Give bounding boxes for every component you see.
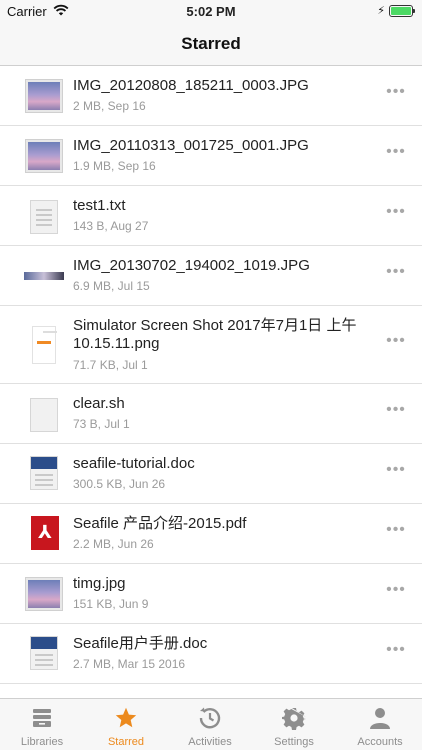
file-name: IMG_20120808_185211_0003.JPG — [73, 77, 309, 94]
file-name: seafile-tutorial.doc — [73, 455, 195, 472]
activities-icon — [199, 707, 221, 729]
word-document-icon — [30, 636, 58, 670]
more-options-icon[interactable]: ••• — [384, 204, 408, 222]
tab-settings[interactable]: Settings — [252, 699, 336, 750]
more-options-icon[interactable]: ••• — [384, 402, 408, 420]
libraries-icon — [33, 709, 51, 727]
star-icon — [115, 707, 137, 728]
file-meta: 73 B, Jul 1 — [73, 417, 130, 431]
more-options-icon[interactable]: ••• — [384, 462, 408, 480]
more-options-icon[interactable]: ••• — [384, 84, 408, 102]
tab-label: Activities — [188, 736, 232, 748]
panorama-thumbnail — [24, 272, 64, 280]
file-meta: 2.7 MB, Mar 15 2016 — [73, 657, 186, 671]
file-row[interactable]: test1.txt 143 B, Aug 27 ••• — [0, 186, 422, 246]
image-thumbnail — [26, 140, 62, 172]
file-row[interactable]: timg.jpg 151 KB, Jun 9 ••• — [0, 564, 422, 624]
image-thumbnail — [26, 578, 62, 610]
gear-icon — [282, 708, 306, 730]
file-meta: 300.5 KB, Jun 26 — [73, 477, 166, 491]
more-options-icon[interactable]: ••• — [384, 333, 408, 351]
file-name: clear.sh — [73, 395, 125, 412]
person-icon — [370, 708, 390, 729]
tab-activities[interactable]: Activities — [168, 699, 252, 750]
page-title: Starred — [181, 34, 241, 53]
battery-icon — [389, 5, 415, 17]
file-meta: 2 MB, Sep 16 — [73, 99, 146, 113]
tab-accounts[interactable]: Accounts — [338, 699, 422, 750]
tab-label: Libraries — [20, 736, 64, 748]
tab-label: Accounts — [357, 736, 403, 748]
file-row[interactable]: ⅄ Seafile 产品介绍-2015.pdf 2.2 MB, Jun 26 •… — [0, 504, 422, 564]
file-meta: 143 B, Aug 27 — [73, 219, 149, 233]
file-meta: 71.7 KB, Jul 1 — [73, 358, 148, 372]
file-row[interactable]: Seafile用户手册.doc 2.7 MB, Mar 15 2016 ••• — [0, 624, 422, 684]
charging-icon: ⚡ — [377, 5, 385, 17]
file-row[interactable]: Simulator Screen Shot 2017年7月1日 上午10.15.… — [0, 306, 422, 384]
file-row[interactable]: IMG_20130702_194002_1019.JPG 6.9 MB, Jul… — [0, 246, 422, 306]
file-name: Seafile用户手册.doc — [73, 635, 208, 652]
file-row[interactable]: seafile-tutorial.doc 300.5 KB, Jun 26 ••… — [0, 444, 422, 504]
file-meta: 6.9 MB, Jul 15 — [73, 279, 150, 293]
image-thumbnail — [26, 80, 62, 112]
more-options-icon[interactable]: ••• — [384, 144, 408, 162]
file-meta: 2.2 MB, Jun 26 — [73, 537, 154, 551]
clock: 5:02 PM — [186, 4, 236, 19]
text-file-icon — [30, 200, 58, 234]
file-name: Simulator Screen Shot 2017年7月1日 上午10.15.… — [73, 317, 357, 352]
file-row[interactable]: IMG_20110313_001725_0001.JPG 1.9 MB, Sep… — [0, 126, 422, 186]
word-document-icon — [30, 456, 58, 490]
starred-file-list[interactable]: IMG_20120808_185211_0003.JPG 2 MB, Sep 1… — [0, 66, 422, 698]
more-options-icon[interactable]: ••• — [384, 522, 408, 540]
file-meta: 151 KB, Jun 9 — [73, 597, 149, 611]
pdf-icon: ⅄ — [31, 516, 59, 550]
tab-label: Starred — [107, 736, 145, 748]
status-bar: Carrier 5:02 PM ⚡ — [0, 0, 422, 22]
more-options-icon[interactable]: ••• — [384, 642, 408, 660]
file-row[interactable]: IMG_20120808_185211_0003.JPG 2 MB, Sep 1… — [0, 66, 422, 126]
screenshot-thumbnail — [32, 326, 57, 364]
file-name: timg.jpg — [73, 575, 126, 592]
tab-bar: Libraries Starred Activities Settings Ac… — [0, 698, 422, 750]
file-name: Seafile 产品介绍-2015.pdf — [73, 515, 247, 532]
file-name: IMG_20130702_194002_1019.JPG — [73, 257, 310, 274]
tab-label: Settings — [274, 736, 314, 748]
blank-file-icon — [30, 398, 58, 432]
file-name: test1.txt — [73, 197, 126, 214]
file-name: IMG_20110313_001725_0001.JPG — [73, 137, 309, 154]
more-options-icon[interactable]: ••• — [384, 582, 408, 600]
file-meta: 1.9 MB, Sep 16 — [73, 159, 156, 173]
file-row[interactable]: clear.sh 73 B, Jul 1 ••• — [0, 384, 422, 444]
navigation-bar: Starred — [0, 22, 422, 66]
tab-libraries[interactable]: Libraries — [0, 699, 84, 750]
more-options-icon[interactable]: ••• — [384, 264, 408, 282]
tab-starred[interactable]: Starred — [84, 699, 168, 750]
